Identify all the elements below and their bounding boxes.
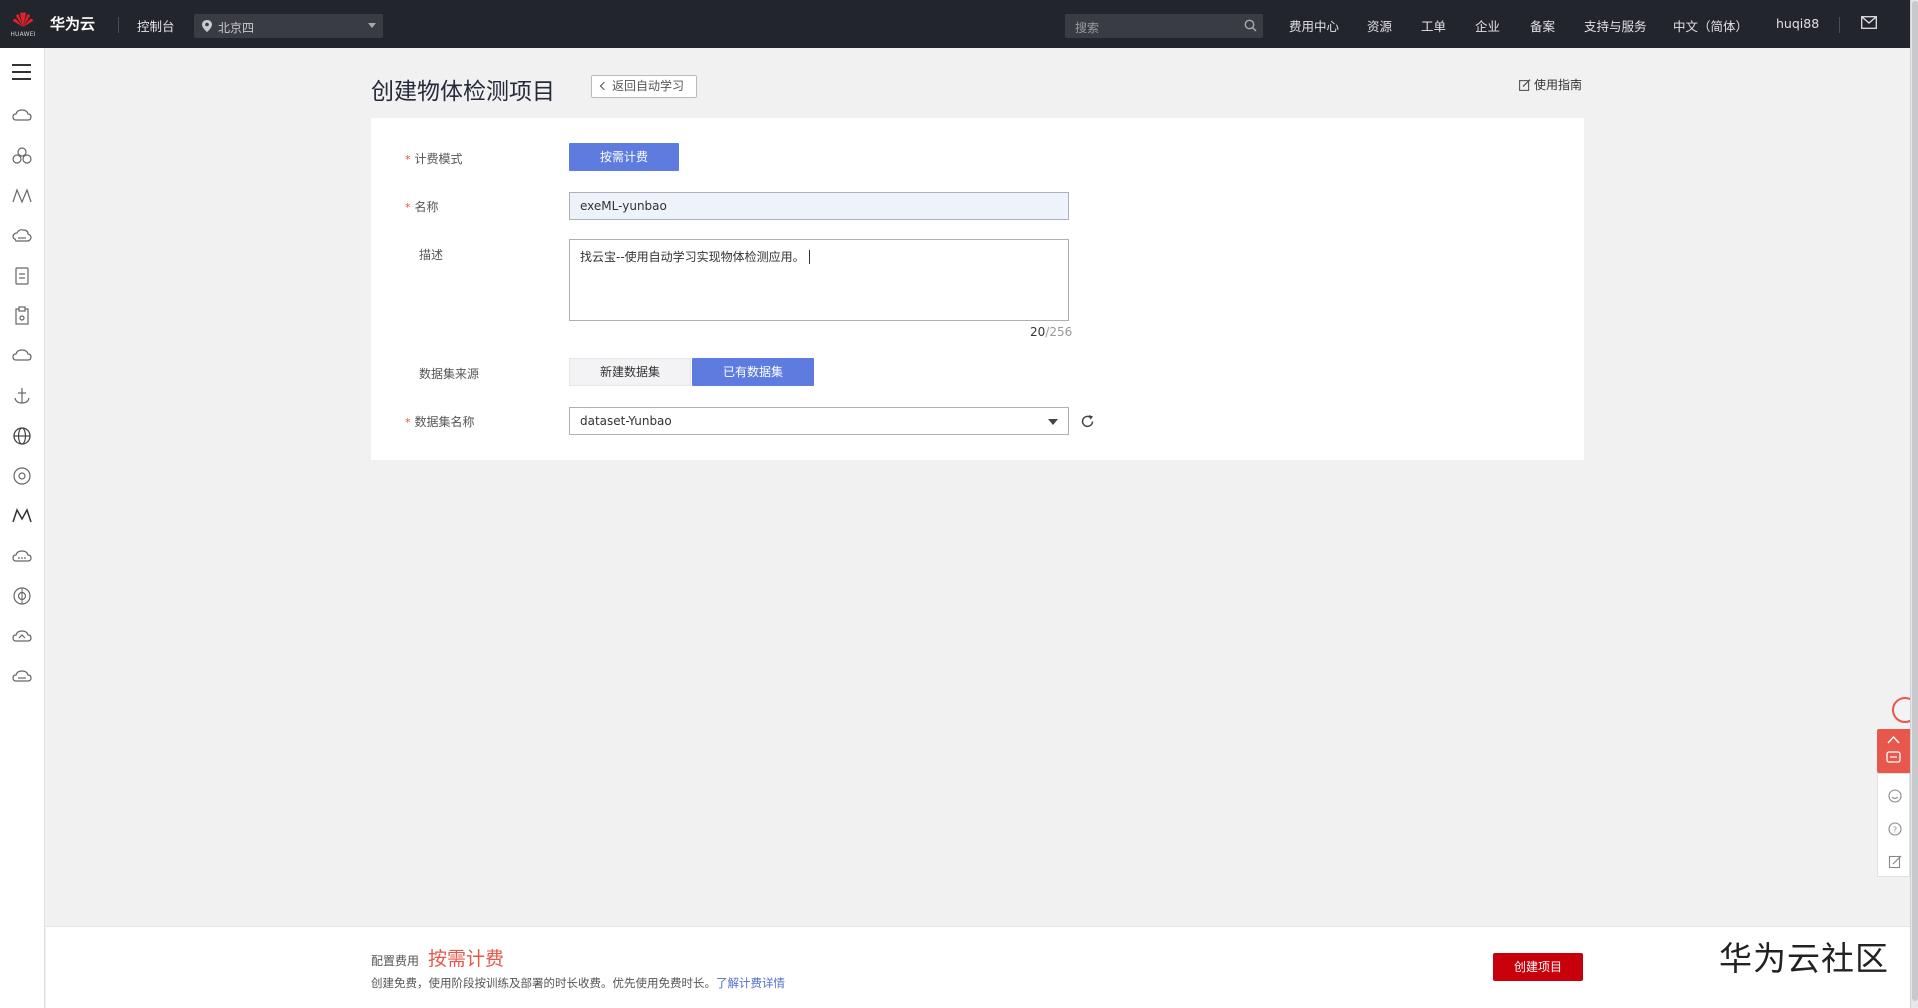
logo-text: HUAWEI [10,31,36,38]
nav-enterprise[interactable]: 企业 [1475,16,1500,35]
nav-username[interactable]: huqi88 [1776,16,1819,31]
compass-icon[interactable] [11,465,33,487]
feedback-icon[interactable] [1888,855,1902,869]
clipboard-icon[interactable] [11,305,33,327]
project-form-card: * 计费模式 按需计费 * 名称 exeML-yunbao 描述 找云宝--使用自动… [371,118,1584,460]
chat-service-button[interactable] [1877,729,1910,773]
required-asterisk: * [405,416,411,429]
required-asterisk: * [405,201,411,214]
help-icon[interactable]: ? [1888,822,1902,836]
mountain-icon[interactable] [11,505,33,527]
text-cursor [808,250,810,264]
document-icon[interactable] [11,265,33,287]
refresh-icon[interactable] [1080,414,1095,429]
smile-icon[interactable] [1888,789,1902,803]
cloud-icon[interactable] [11,345,33,367]
region-select[interactable]: 北京四 [194,14,383,38]
globe-icon[interactable] [11,425,33,447]
back-to-automl-button[interactable]: 返回自动学习 [591,75,697,98]
nav-language[interactable]: 中文（简体） [1673,16,1748,35]
network-icon[interactable] [11,185,33,207]
location-pin-icon [202,20,212,32]
storage-icon[interactable] [11,225,33,247]
cloud-icon[interactable] [11,105,33,127]
edit-guide-icon [1519,79,1531,91]
nav-tickets[interactable]: 工单 [1421,16,1446,35]
description-text: 找云宝--使用自动学习实现物体检测应用。 [580,250,805,264]
mail-icon[interactable] [1861,16,1877,29]
dataset-source-label: 数据集来源 [419,367,480,381]
billing-mode-label: * 计费模式 [405,152,463,166]
scrollbar[interactable] [1910,0,1918,1008]
nav-support[interactable]: 支持与服务 [1584,16,1647,35]
fee-note: 创建免费，使用阶段按训练及部署的时长收费。优先使用免费时长。了解计费详情 [371,976,785,990]
chevron-down-icon [1048,419,1058,425]
description-textarea[interactable]: 找云宝--使用自动学习实现物体检测应用。 [569,239,1069,321]
nav-resources[interactable]: 资源 [1367,16,1392,35]
svg-text:?: ? [1893,826,1897,835]
new-dataset-option[interactable]: 新建数据集 [569,358,691,386]
chat-icon [1886,751,1901,763]
fee-label: 配置费用 [371,954,420,968]
chevron-up-icon [1887,735,1900,744]
project-name-field[interactable]: exeML-yunbao [569,192,1069,220]
existing-dataset-option[interactable]: 已有数据集 [692,358,814,386]
dataset-name-label: * 数据集名称 [405,415,475,429]
divider [118,17,119,33]
cloud-up-icon[interactable] [11,625,33,647]
create-project-button[interactable]: 创建项目 [1493,953,1583,981]
left-sidebar [0,48,45,1008]
page-title: 创建物体检测项目 [371,79,555,105]
user-guide-label: 使用指南 [1534,78,1583,92]
billing-details-link[interactable]: 了解计费详情 [716,976,785,990]
back-button-label: 返回自动学习 [612,79,685,93]
settings-globe-icon[interactable] [11,585,33,607]
char-counter: 20/256 [1030,325,1073,339]
menu-icon[interactable] [12,64,31,80]
search-input[interactable]: 搜索 [1065,14,1263,38]
cloud-more-icon[interactable] [11,665,33,687]
chevron-down-icon [368,23,376,28]
search-icon[interactable] [1244,19,1257,32]
chevron-left-icon [599,81,609,91]
anchor-icon[interactable] [11,385,33,407]
search-placeholder: 搜索 [1075,21,1100,35]
scrollbar-thumb[interactable] [1912,1,1918,1001]
name-label: * 名称 [405,200,439,214]
region-label: 北京四 [218,21,255,35]
cluster-icon[interactable] [11,145,33,167]
floating-toolbar: ? [1877,773,1910,877]
brand-name[interactable]: 华为云 [50,13,95,34]
user-guide-link[interactable]: 使用指南 [1519,76,1582,93]
top-navbar: HUAWEI 华为云 控制台 北京四 搜索 费用中心 资源 工单 企业 备案 支… [0,0,1910,48]
huawei-flower-icon [13,12,33,27]
huawei-logo[interactable]: HUAWEI [8,8,38,40]
required-asterisk: * [405,153,411,166]
console-link[interactable]: 控制台 [137,16,175,35]
dataset-name-value: dataset-Yunbao [580,414,672,428]
dataset-name-select[interactable]: dataset-Yunbao [569,407,1069,435]
nav-billing-center[interactable]: 费用中心 [1289,16,1339,35]
nav-icp-filing[interactable]: 备案 [1530,16,1555,35]
cloud-chat-icon[interactable] [11,545,33,567]
watermark: 华为云社区 [1719,939,1889,978]
fee-mode: 按需计费 [428,948,505,970]
bottom-action-bar: 配置费用 按需计费 创建免费，使用阶段按训练及部署的时长收费。优先使用免费时长。… [46,926,1910,1008]
pay-per-use-button[interactable]: 按需计费 [569,143,679,171]
description-label: 描述 [419,248,444,262]
divider [1839,17,1840,33]
